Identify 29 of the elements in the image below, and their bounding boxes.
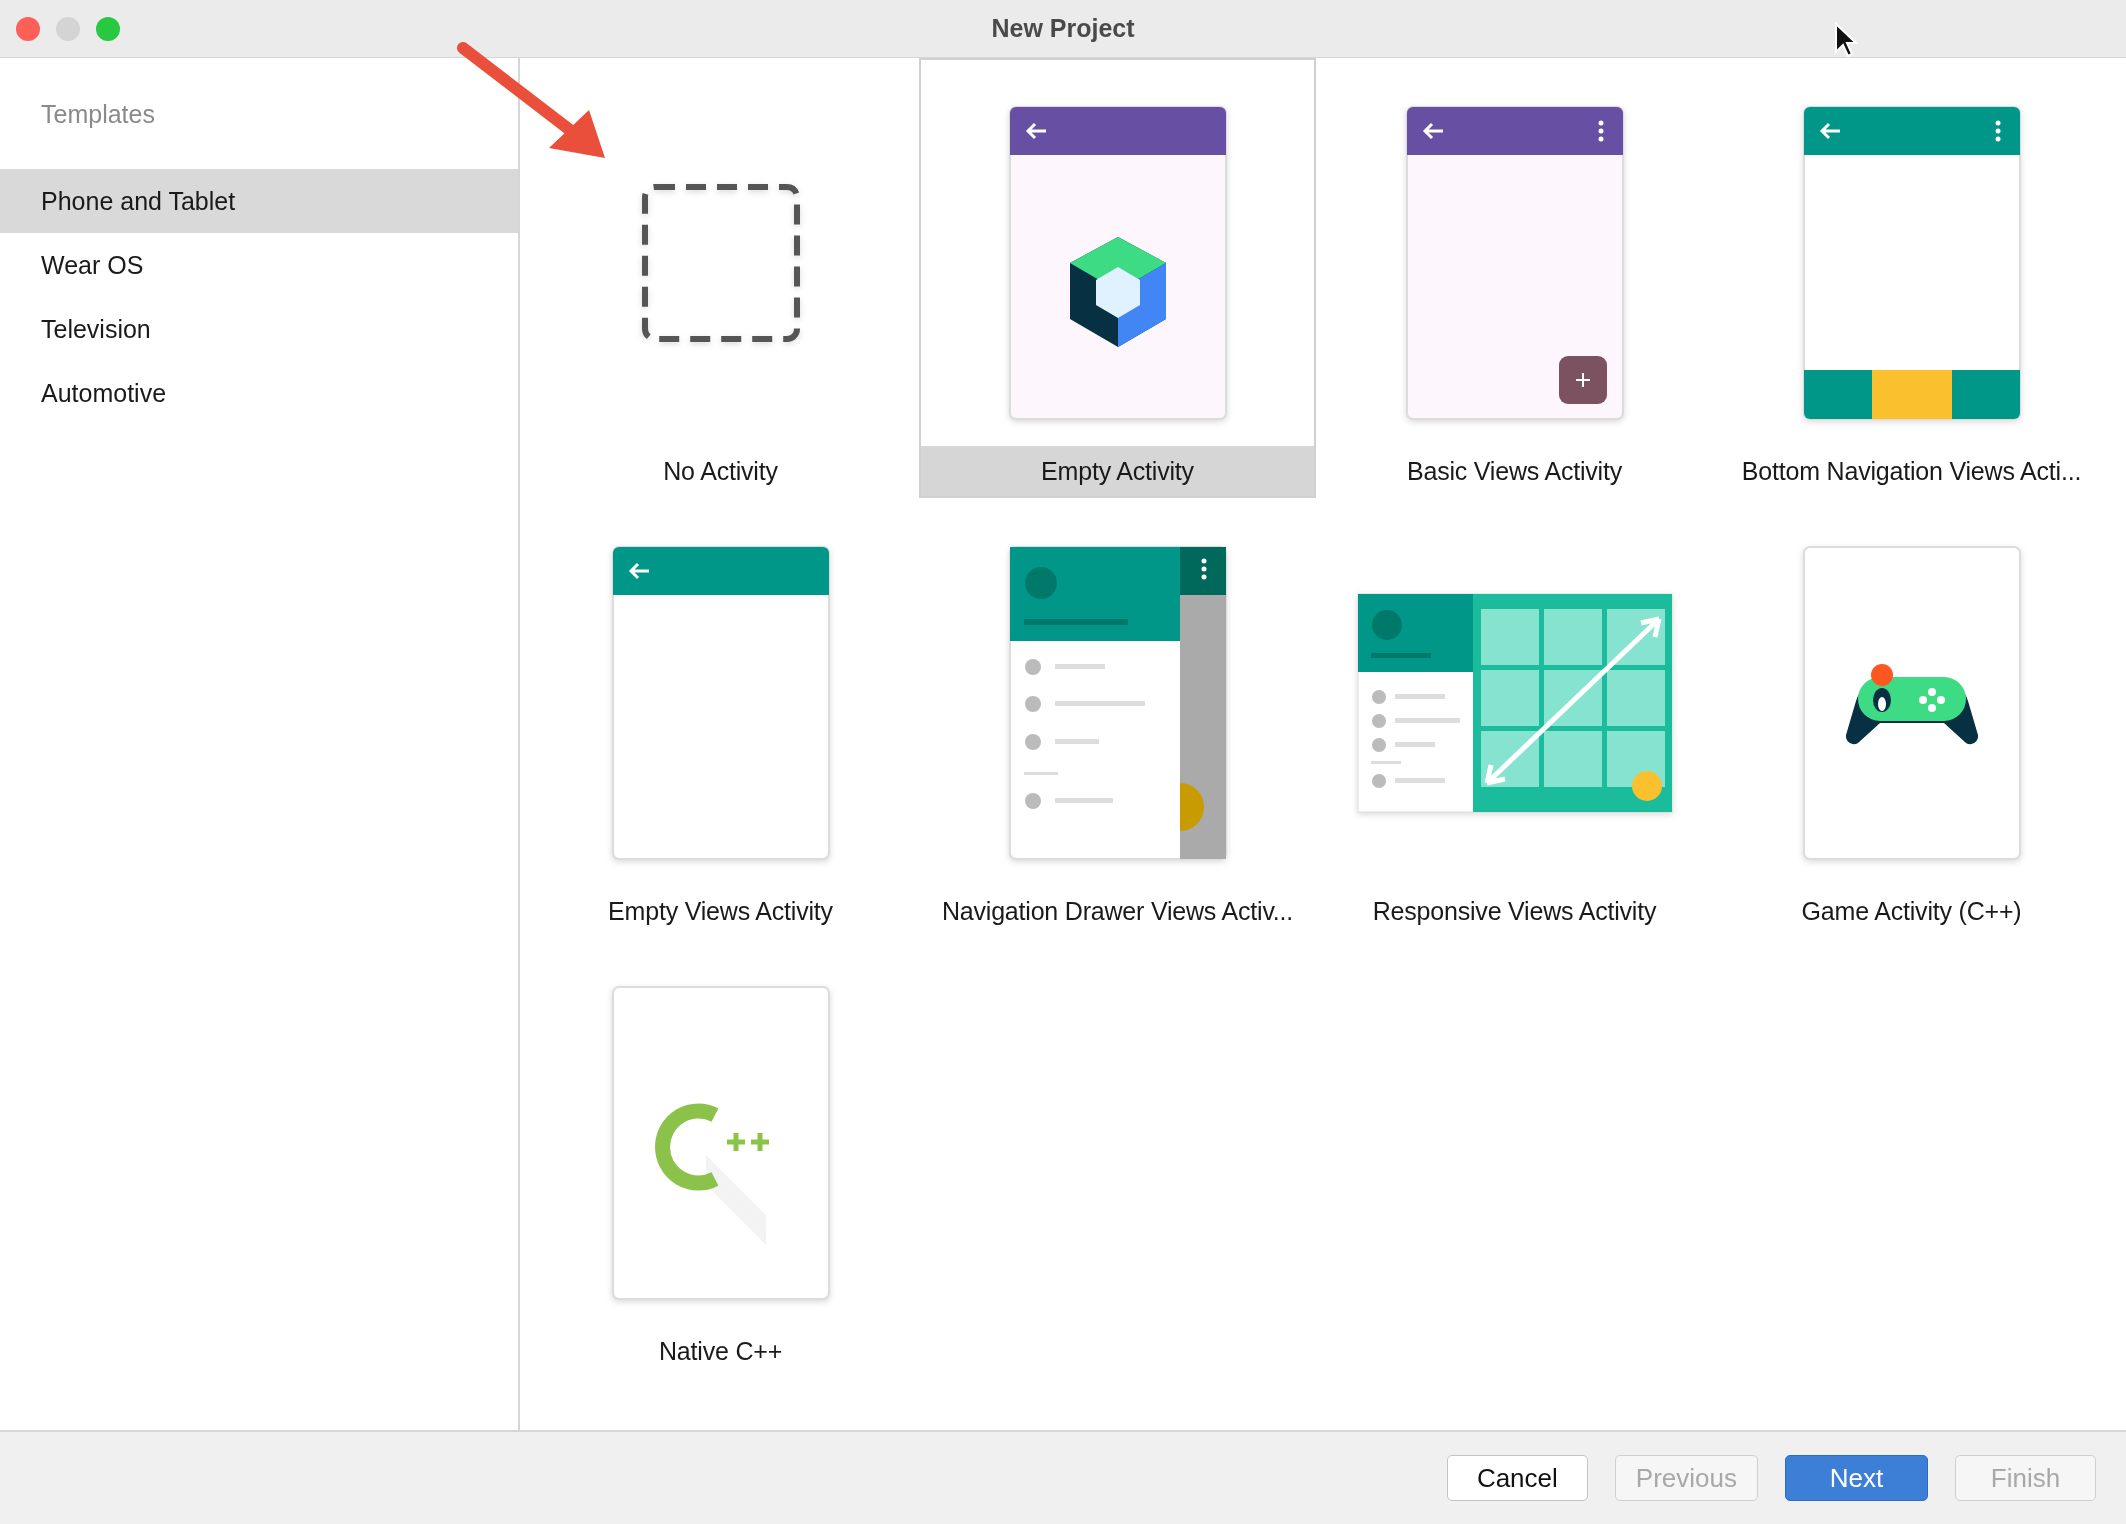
template-label: Native C++ <box>657 1336 784 1367</box>
sidebar-item[interactable]: Automotive <box>0 361 518 425</box>
template-card[interactable]: Responsive Views Activity <box>1316 498 1713 938</box>
template-card[interactable]: Bottom Navigation Views Acti... <box>1713 58 2110 498</box>
template-card[interactable]: Navigation Drawer Views Activ... <box>919 498 1316 938</box>
sidebar-item[interactable]: Wear OS <box>0 233 518 297</box>
template-label: Basic Views Activity <box>1405 456 1624 487</box>
zoom-button[interactable] <box>96 17 120 41</box>
template-label: Empty Views Activity <box>607 896 834 927</box>
template-label: Responsive Views Activity <box>1371 896 1658 927</box>
close-button[interactable] <box>16 17 40 41</box>
template-card[interactable]: Native C++ <box>522 938 919 1378</box>
template-label: Navigation Drawer Views Activ... <box>940 896 1295 927</box>
template-label: Game Activity (C++) <box>1800 896 2023 927</box>
sidebar-item[interactable]: Phone and Tablet <box>0 169 518 233</box>
template-label: Bottom Navigation Views Acti... <box>1740 456 2083 487</box>
primary-button[interactable]: Next <box>1785 1455 1928 1501</box>
sidebar-heading: Templates <box>40 100 156 129</box>
window-title: New Project <box>991 14 1135 43</box>
template-card[interactable]: Empty Activity <box>919 58 1316 498</box>
template-card[interactable]: No Activity <box>522 58 919 498</box>
template-card[interactable]: Basic Views Activity <box>1316 58 1713 498</box>
template-label: No Activity <box>662 456 779 487</box>
mouse-cursor-icon <box>1834 22 1858 58</box>
dialog-button[interactable]: Cancel <box>1446 1455 1588 1501</box>
template-card[interactable]: Empty Views Activity <box>522 498 919 938</box>
template-card[interactable]: Game Activity (C++) <box>1713 498 2110 938</box>
sidebar-item[interactable]: Television <box>0 297 518 361</box>
template-label: Empty Activity <box>921 446 1314 496</box>
